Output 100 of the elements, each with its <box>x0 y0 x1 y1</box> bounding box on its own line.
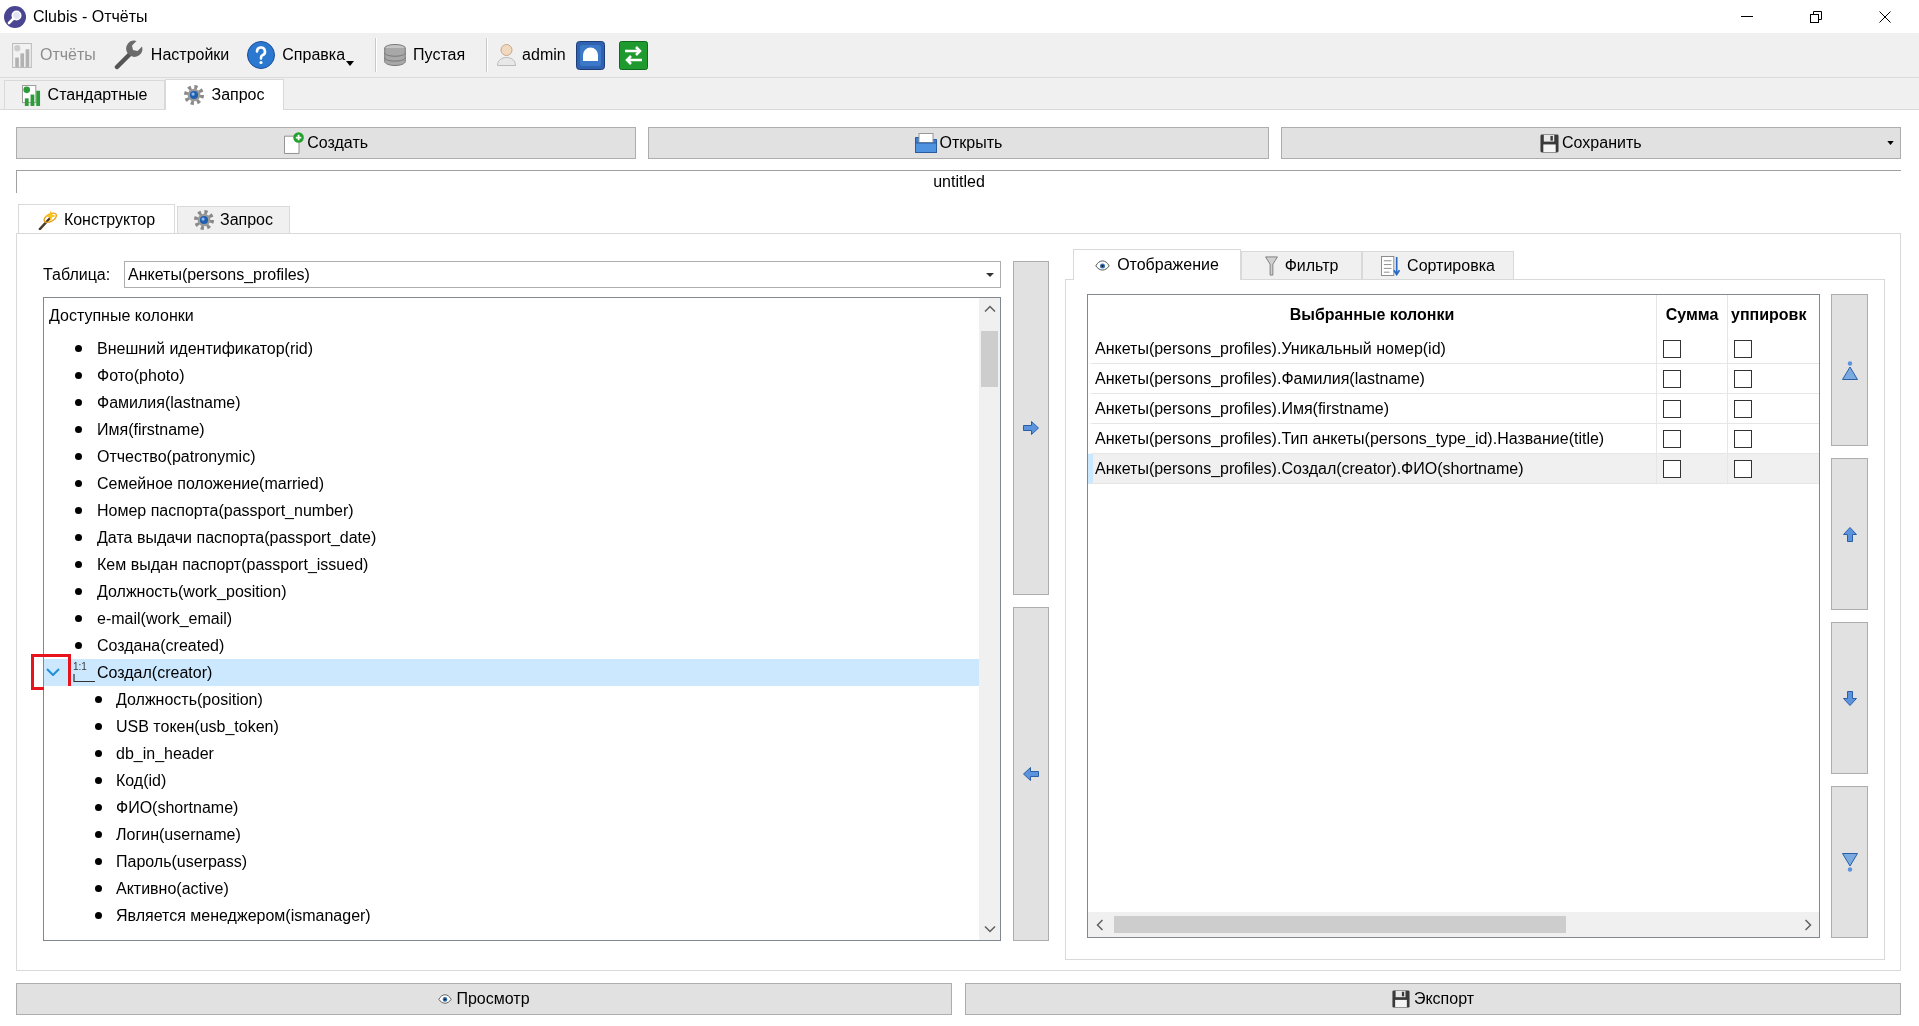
table-label: Таблица: <box>43 264 112 285</box>
arrow-down-icon <box>1842 690 1857 706</box>
arrow-right-icon <box>1023 421 1039 435</box>
sum-checkbox[interactable] <box>1663 339 1681 358</box>
gear-icon <box>194 210 214 230</box>
relation-line-icon <box>73 673 95 682</box>
tree-root-label: Доступные колонки <box>48 305 195 326</box>
table-row[interactable]: Анкеты(persons_profiles).Тип анкеты(persons_type_id).Название(title) <box>1088 424 1819 454</box>
bullet-icon <box>95 885 102 892</box>
minimize-icon <box>1740 16 1753 17</box>
bullet-icon <box>75 507 82 514</box>
restore-icon <box>1809 10 1822 23</box>
tab[interactable]: Отображение <box>1073 249 1241 280</box>
action-button[interactable]: Создать <box>16 127 637 159</box>
chevron-down-icon[interactable] <box>983 926 996 933</box>
footer-button[interactable]: Просмотр <box>16 983 952 1015</box>
relation-label: 1:1 <box>73 661 87 672</box>
bullet-icon <box>75 534 82 541</box>
move-to-top-icon <box>1841 360 1858 380</box>
arrows-icon[interactable] <box>618 40 648 70</box>
table-cell-text: Анкеты(persons_profiles).Уникальный номер(id) <box>1094 338 1447 359</box>
sum-checkbox[interactable] <box>1663 429 1681 448</box>
bullet-icon <box>75 399 82 406</box>
bullet-icon <box>95 912 102 919</box>
lock-icon[interactable] <box>575 40 605 70</box>
magic-wand-icon <box>37 209 58 230</box>
table-row[interactable]: Анкеты(persons_profiles).Уникальный номер(id) <box>1088 334 1819 364</box>
chevron-up-icon[interactable] <box>983 305 996 312</box>
move-to-bottom-icon <box>1841 852 1858 872</box>
chevron-down-icon[interactable] <box>46 668 60 676</box>
group-checkbox[interactable] <box>1734 399 1752 418</box>
document-plus-icon <box>284 132 305 154</box>
action-button[interactable]: Открыть <box>648 127 1269 159</box>
chevron-right-icon[interactable] <box>1804 918 1812 931</box>
tab[interactable]: Конструктор <box>18 204 175 234</box>
bullet-icon <box>75 615 82 622</box>
funnel-icon <box>1264 255 1278 276</box>
report-chart-icon <box>12 42 33 68</box>
table-row[interactable]: Анкеты(persons_profiles).Имя(firstname) <box>1088 394 1819 424</box>
tab[interactable]: Фильтр <box>1241 251 1362 279</box>
scrollbar-thumb[interactable] <box>981 331 998 387</box>
bullet-icon <box>75 372 82 379</box>
chevron-left-icon[interactable] <box>1095 918 1103 931</box>
bullet-icon <box>75 345 82 352</box>
bullet-icon <box>95 831 102 838</box>
arrow-left-icon <box>1023 767 1039 781</box>
table-cell-text: Анкеты(persons_profiles).Фамилия(lastname) <box>1094 368 1426 389</box>
sum-checkbox[interactable] <box>1663 369 1681 388</box>
toolbar-button[interactable]: Справка <box>245 36 357 74</box>
tab[interactable]: Запрос <box>177 206 290 233</box>
tab[interactable]: Запрос <box>165 79 284 110</box>
bar-chart-icon <box>21 84 41 106</box>
footer-button[interactable]: Экспорт <box>965 983 1901 1015</box>
table-cell-text: Анкеты(persons_profiles).Создал(creator).ФИО(shortname) <box>1094 458 1525 479</box>
table-cell-text: Анкеты(persons_profiles).Имя(firstname) <box>1094 398 1390 419</box>
group-checkbox[interactable] <box>1734 429 1752 448</box>
gear-icon <box>184 85 205 105</box>
user-name: admin <box>522 45 566 65</box>
window-title: Clubis - Отчёты <box>33 6 148 27</box>
group-checkbox[interactable] <box>1734 459 1752 478</box>
bullet-icon <box>75 642 82 649</box>
bullet-icon <box>95 777 102 784</box>
tab[interactable]: Сортировка <box>1362 251 1514 279</box>
group-checkbox[interactable] <box>1734 369 1752 388</box>
toolbar-button[interactable]: Настройки <box>111 36 232 74</box>
table-select[interactable]: Анкеты(persons_profiles) <box>124 261 1001 288</box>
scrollbar-thumb[interactable] <box>1114 916 1566 933</box>
action-button[interactable]: Сохранить <box>1280 127 1901 159</box>
group-checkbox[interactable] <box>1734 339 1752 358</box>
bullet-icon <box>95 723 102 730</box>
bullet-icon <box>75 453 82 460</box>
table-row[interactable]: Анкеты(persons_profiles).Фамилия(lastname) <box>1088 364 1819 394</box>
sum-checkbox[interactable] <box>1663 399 1681 418</box>
database-icon <box>384 44 407 66</box>
user-icon <box>497 44 517 66</box>
bullet-icon <box>75 561 82 568</box>
table-row[interactable]: Анкеты(persons_profiles).Создал(creator).ФИО(shortname) <box>1088 454 1819 484</box>
column-header[interactable]: Выбранные колонки <box>1088 295 1656 334</box>
arrow-up-icon <box>1842 526 1857 542</box>
folder-icon <box>914 133 937 153</box>
bullet-icon <box>95 858 102 865</box>
app-logo-icon <box>4 5 26 28</box>
toolbar-button[interactable]: Пустая <box>382 36 468 74</box>
tab[interactable]: Стандартные <box>4 80 165 109</box>
caret-icon <box>346 61 355 66</box>
dropdown-caret-icon <box>986 272 994 277</box>
bullet-icon <box>75 480 82 487</box>
bullet-icon <box>95 804 102 811</box>
bullet-icon <box>75 426 82 433</box>
wrench-icon <box>113 40 144 70</box>
sum-checkbox[interactable] <box>1663 459 1681 478</box>
bullet-icon <box>95 696 102 703</box>
sort-list-icon <box>1381 255 1401 276</box>
bullet-icon <box>95 750 102 757</box>
eye-icon <box>438 994 453 1004</box>
bullet-icon <box>75 588 82 595</box>
help-icon <box>247 41 276 69</box>
table-cell-text: Анкеты(persons_profiles).Тип анкеты(persons_type_id).Название(title) <box>1094 428 1606 449</box>
eye-icon <box>1095 259 1111 271</box>
title-field[interactable]: untitled <box>16 170 1901 193</box>
